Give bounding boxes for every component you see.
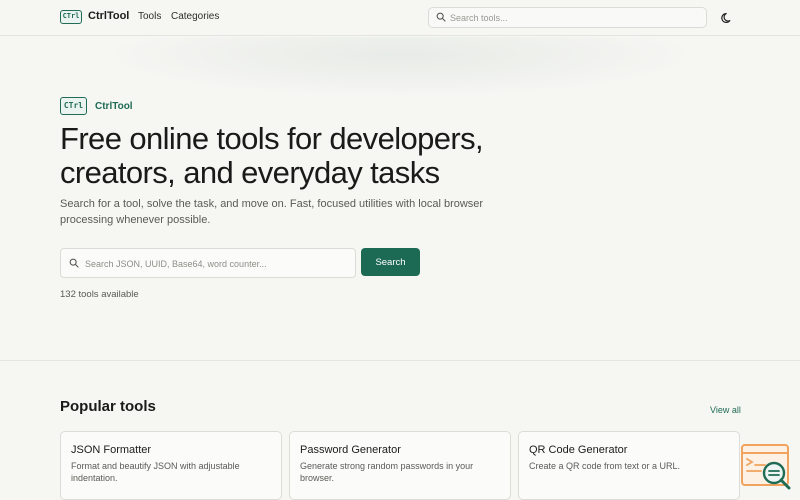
tool-card-title: QR Code Generator: [529, 444, 628, 456]
header-search-box[interactable]: [428, 7, 707, 28]
hero-logo-badge: CTrl: [60, 97, 87, 115]
view-all-link[interactable]: View all: [710, 405, 741, 415]
header-search-input[interactable]: [450, 11, 700, 25]
tool-card-title: Password Generator: [300, 444, 401, 456]
tool-card-title: JSON Formatter: [71, 444, 152, 456]
hero-background-glow: [100, 37, 700, 97]
search-icon: [69, 258, 79, 268]
hero-search-box[interactable]: [60, 248, 356, 278]
top-navbar: CTrl CtrlTool Tools Categories: [0, 0, 800, 36]
search-button[interactable]: Search: [361, 248, 420, 276]
tool-card-password-generator[interactable]: Password Generator Generate strong rando…: [289, 431, 511, 500]
tool-card-description: Create a QR code from text or a URL.: [529, 461, 681, 471]
hero-brand-name: CtrlTool: [95, 101, 133, 112]
nav-categories-link[interactable]: Categories: [171, 11, 219, 22]
floating-search-widget-icon[interactable]: [741, 444, 793, 490]
section-divider: [0, 360, 800, 361]
tool-card-description: Generate strong random passwords in your…: [300, 461, 474, 483]
search-icon: [436, 12, 446, 22]
moon-icon[interactable]: [720, 11, 734, 25]
tool-card-json-formatter[interactable]: JSON Formatter Format and beautify JSON …: [60, 431, 282, 500]
tool-card-qr-code-generator[interactable]: QR Code Generator Create a QR code from …: [518, 431, 740, 500]
tool-card-description: Format and beautify JSON with adjustable…: [71, 461, 240, 483]
hero-title: Free online tools for developers, creato…: [60, 121, 484, 190]
nav-tools-link[interactable]: Tools: [138, 11, 161, 22]
popular-tools-heading: Popular tools: [60, 398, 156, 415]
hero-subtitle: Search for a tool, solve the task, and m…: [60, 198, 484, 226]
brand-name[interactable]: CtrlTool: [88, 10, 129, 22]
brand-logo-badge[interactable]: CTrl: [60, 10, 82, 24]
hero-search-input[interactable]: [85, 256, 350, 271]
tools-count-text: 132 tools available: [60, 289, 139, 300]
